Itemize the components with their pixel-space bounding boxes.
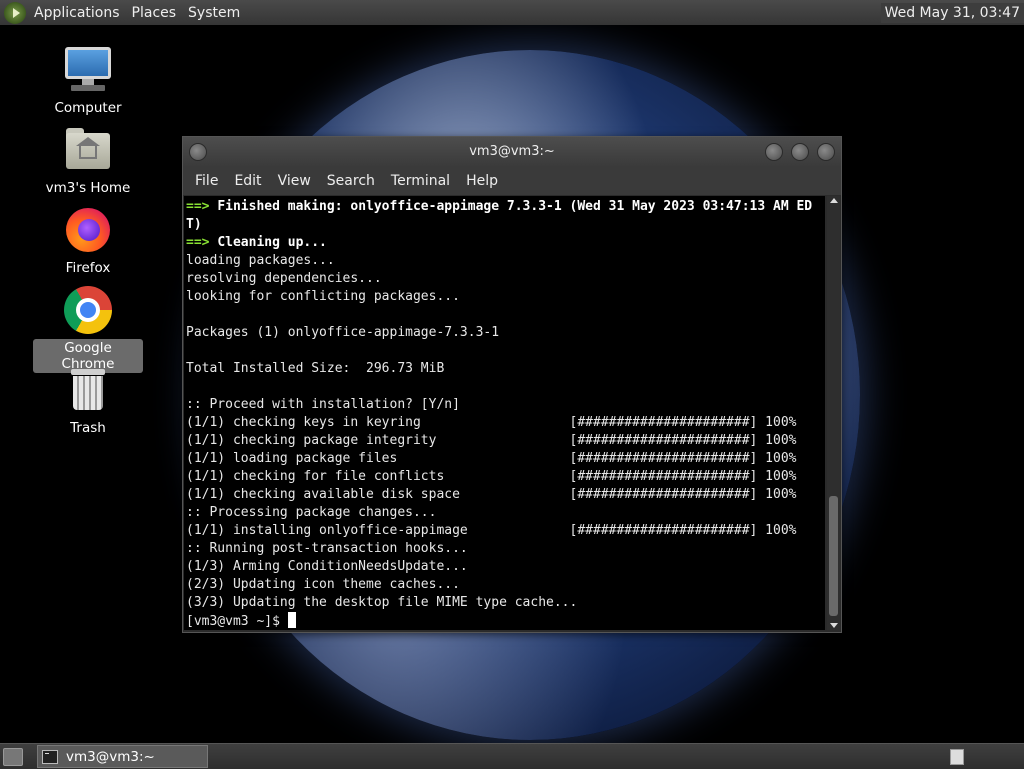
desktop-icon-label: Computer <box>54 100 122 116</box>
terminal-line: (1/1) checking for file conflicts [#####… <box>186 468 823 486</box>
desktop-icon-chrome[interactable]: Google Chrome <box>33 285 143 373</box>
terminal-line-text: resolving dependencies... <box>186 271 382 286</box>
terminal-line: loading packages... <box>186 252 823 270</box>
bottom-panel: vm3@vm3:~ <box>0 743 1024 769</box>
terminal-line: Total Installed Size: 296.73 MiB <box>186 360 823 378</box>
scroll-thumb[interactable] <box>829 496 838 616</box>
terminal-line: (1/1) checking keys in keyring [########… <box>186 414 823 432</box>
terminal-line-text: (1/1) checking available disk space [###… <box>186 487 797 502</box>
menu-search[interactable]: Search <box>319 173 383 189</box>
terminal-line: (1/3) Arming ConditionNeedsUpdate... <box>186 558 823 576</box>
terminal-prompt: [vm3@vm3 ~]$ <box>186 614 288 629</box>
terminal-line: resolving dependencies... <box>186 270 823 288</box>
terminal-line-text: :: Processing package changes... <box>186 505 437 520</box>
scroll-down-arrow-icon[interactable] <box>830 623 838 628</box>
terminal-line: (1/1) loading package files [###########… <box>186 450 823 468</box>
terminal-scrollbar[interactable] <box>827 196 840 630</box>
menu-terminal[interactable]: Terminal <box>383 173 458 189</box>
terminal-line-text: Finished making: onlyoffice-appimage 7.3… <box>217 199 813 214</box>
desktop-icon-computer[interactable]: Computer <box>33 45 143 117</box>
terminal-line-text: :: Proceed with installation? [Y/n] <box>186 397 460 412</box>
window-title: vm3@vm3:~ <box>469 144 555 159</box>
terminal-line: :: Proceed with installation? [Y/n] <box>186 396 823 414</box>
terminal-line-text: (2/3) Updating icon theme caches... <box>186 577 460 592</box>
terminal-line-text: Packages (1) onlyoffice-appimage-7.3.3-1 <box>186 325 500 340</box>
menu-view[interactable]: View <box>270 173 319 189</box>
menu-help[interactable]: Help <box>458 173 506 189</box>
terminal-line-text: Total Installed Size: 296.73 MiB <box>186 361 445 376</box>
desktop-icon-firefox[interactable]: Firefox <box>33 205 143 277</box>
terminal-line-text: loading packages... <box>186 253 335 268</box>
trash-icon <box>63 365 113 415</box>
computer-icon <box>63 45 113 95</box>
terminal-line: :: Processing package changes... <box>186 504 823 522</box>
terminal-line: Packages (1) onlyoffice-appimage-7.3.3-1 <box>186 324 823 342</box>
terminal-line-text: (1/1) installing onlyoffice-appimage [##… <box>186 523 797 538</box>
terminal-line-text: (1/1) checking for file conflicts [#####… <box>186 469 797 484</box>
terminal-line: (1/1) installing onlyoffice-appimage [##… <box>186 522 823 540</box>
clock[interactable]: Wed May 31, 03:47 <box>880 2 1024 23</box>
system-menu[interactable]: System <box>182 5 246 21</box>
menu-edit[interactable]: Edit <box>226 173 269 189</box>
terminal-icon <box>42 749 58 764</box>
desktop-icon-label: vm3's Home <box>45 180 131 196</box>
workspace-switcher[interactable] <box>950 748 964 765</box>
terminal-line: (1/1) checking available disk space [###… <box>186 486 823 504</box>
terminal-arrow: ==> <box>186 199 218 214</box>
chrome-icon <box>63 285 113 335</box>
desktop-icon-trash[interactable]: Trash <box>33 365 143 437</box>
places-menu[interactable]: Places <box>126 5 183 21</box>
distro-logo-icon[interactable] <box>4 1 26 24</box>
home-folder-icon <box>63 125 113 175</box>
terminal-prompt-line[interactable]: [vm3@vm3 ~]$ <box>186 612 823 630</box>
terminal-line: (3/3) Updating the desktop file MIME typ… <box>186 594 823 612</box>
taskbar-label: vm3@vm3:~ <box>66 748 155 765</box>
terminal-line-text: Cleaning up... <box>217 235 327 250</box>
terminal-line-text: (1/3) Arming ConditionNeedsUpdate... <box>186 559 468 574</box>
terminal-line-text: (3/3) Updating the desktop file MIME typ… <box>186 595 578 610</box>
window-titlebar[interactable]: vm3@vm3:~ <box>183 137 841 167</box>
terminal-line: looking for conflicting packages... <box>186 288 823 306</box>
text-cursor <box>287 612 296 628</box>
terminal-line: :: Running post-transaction hooks... <box>186 540 823 558</box>
window-menu-icon[interactable] <box>189 143 207 161</box>
firefox-icon <box>63 205 113 255</box>
terminal-menubar: File Edit View Search Terminal Help <box>183 167 841 195</box>
terminal-lines: ==> Finished making: onlyoffice-appimage… <box>184 196 825 630</box>
terminal-line-text: :: Running post-transaction hooks... <box>186 541 468 556</box>
desktop-icon-label: Firefox <box>65 260 111 276</box>
terminal-line-text: T) <box>186 217 202 232</box>
terminal-line-text: (1/1) checking package integrity [######… <box>186 433 797 448</box>
terminal-line-text: (1/1) checking keys in keyring [########… <box>186 415 797 430</box>
show-desktop-icon[interactable] <box>3 747 23 766</box>
menu-file[interactable]: File <box>187 173 226 189</box>
close-icon[interactable] <box>817 143 835 161</box>
terminal-line: T) <box>186 216 823 234</box>
taskbar-terminal-button[interactable]: vm3@vm3:~ <box>37 745 208 768</box>
terminal-line: ==> Cleaning up... <box>186 234 823 252</box>
terminal-window: vm3@vm3:~ File Edit View Search Terminal… <box>182 136 842 633</box>
desktop-icon-home[interactable]: vm3's Home <box>33 125 143 197</box>
desktop-icon-label: Trash <box>70 420 106 436</box>
top-panel: Applications Places System Wed May 31, 0… <box>0 0 1024 26</box>
maximize-icon[interactable] <box>791 143 809 161</box>
terminal-arrow: ==> <box>186 235 218 250</box>
scroll-up-arrow-icon[interactable] <box>830 198 838 203</box>
terminal-line-text: (1/1) loading package files [###########… <box>186 451 797 466</box>
terminal-output[interactable]: ==> Finished making: onlyoffice-appimage… <box>184 196 825 630</box>
terminal-line: ==> Finished making: onlyoffice-appimage… <box>186 198 823 216</box>
terminal-line: (1/1) checking package integrity [######… <box>186 432 823 450</box>
terminal-line: (2/3) Updating icon theme caches... <box>186 576 823 594</box>
minimize-icon[interactable] <box>765 143 783 161</box>
applications-menu[interactable]: Applications <box>28 5 126 21</box>
terminal-line-text: looking for conflicting packages... <box>186 289 460 304</box>
